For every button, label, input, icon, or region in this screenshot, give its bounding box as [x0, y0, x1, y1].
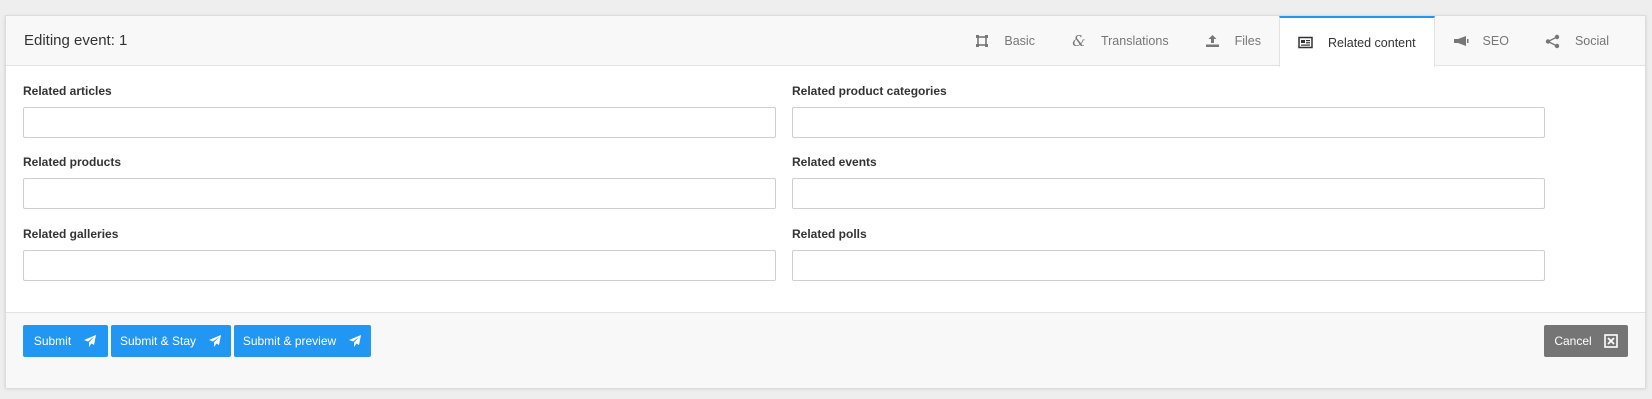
edit-event-panel: Editing event: 1 Basic & Translations Fi…	[5, 15, 1646, 388]
related-articles-field: Related articles	[23, 84, 776, 138]
related-events-label: Related events	[792, 155, 877, 169]
tab-related-content-label: Related content	[1327, 35, 1416, 50]
related-galleries-input[interactable]	[23, 250, 776, 281]
submit-stay-button[interactable]: Submit & Stay	[111, 325, 231, 357]
form-footer: Submit Submit & Stay Submit & preview Ca…	[6, 312, 1645, 388]
tab-bar: Basic & Translations Files Related conte…	[956, 16, 1627, 67]
tab-social[interactable]: Social	[1527, 16, 1627, 66]
tab-files[interactable]: Files	[1187, 16, 1279, 66]
related-products-input[interactable]	[23, 178, 776, 209]
related-events-input[interactable]	[792, 178, 1545, 209]
paper-plane-icon	[348, 334, 362, 348]
related-content-form: Related articles Related product categor…	[6, 66, 1645, 322]
page-title: Editing event: 1	[24, 32, 128, 49]
panel-header: Editing event: 1 Basic & Translations Fi…	[6, 16, 1645, 67]
crop-frame-icon	[974, 33, 990, 49]
tab-social-label: Social	[1574, 34, 1609, 48]
paper-plane-icon	[208, 334, 222, 348]
related-product-categories-input[interactable]	[792, 107, 1545, 138]
related-articles-input[interactable]	[23, 107, 776, 138]
related-articles-label: Related articles	[23, 84, 112, 98]
tab-files-label: Files	[1234, 34, 1261, 48]
submit-button-label: Submit	[33, 334, 72, 348]
cancel-button-label: Cancel	[1554, 334, 1592, 348]
related-events-field: Related events	[792, 155, 1545, 209]
ampersand-icon: &	[1072, 32, 1086, 50]
cancel-button[interactable]: Cancel	[1544, 325, 1628, 357]
tab-translations-label: Translations	[1100, 34, 1169, 48]
related-polls-field: Related polls	[792, 227, 1545, 281]
related-polls-label: Related polls	[792, 227, 867, 241]
newspaper-icon	[1298, 35, 1314, 51]
tab-translations[interactable]: & Translations	[1053, 16, 1187, 66]
related-galleries-label: Related galleries	[23, 227, 119, 241]
tab-related-content[interactable]: Related content	[1278, 16, 1435, 67]
close-box-icon	[1603, 334, 1618, 348]
related-product-categories-label: Related product categories	[792, 84, 947, 98]
tab-seo-label: SEO	[1482, 34, 1509, 48]
related-product-categories-field: Related product categories	[792, 84, 1545, 138]
submit-preview-button-label: Submit & preview	[242, 334, 337, 348]
submit-stay-button-label: Submit & Stay	[119, 334, 197, 348]
related-products-field: Related products	[23, 155, 776, 209]
tab-basic[interactable]: Basic	[956, 16, 1053, 66]
upload-icon	[1205, 33, 1221, 49]
related-polls-input[interactable]	[792, 250, 1545, 281]
share-icon	[1545, 33, 1561, 49]
related-products-label: Related products	[23, 155, 122, 169]
submit-preview-button[interactable]: Submit & preview	[234, 325, 371, 357]
tab-basic-label: Basic	[1004, 34, 1035, 48]
submit-button[interactable]: Submit	[23, 325, 108, 357]
related-galleries-field: Related galleries	[23, 227, 776, 281]
paper-plane-icon	[83, 334, 97, 348]
megaphone-icon	[1453, 33, 1469, 49]
tab-seo[interactable]: SEO	[1435, 16, 1527, 66]
